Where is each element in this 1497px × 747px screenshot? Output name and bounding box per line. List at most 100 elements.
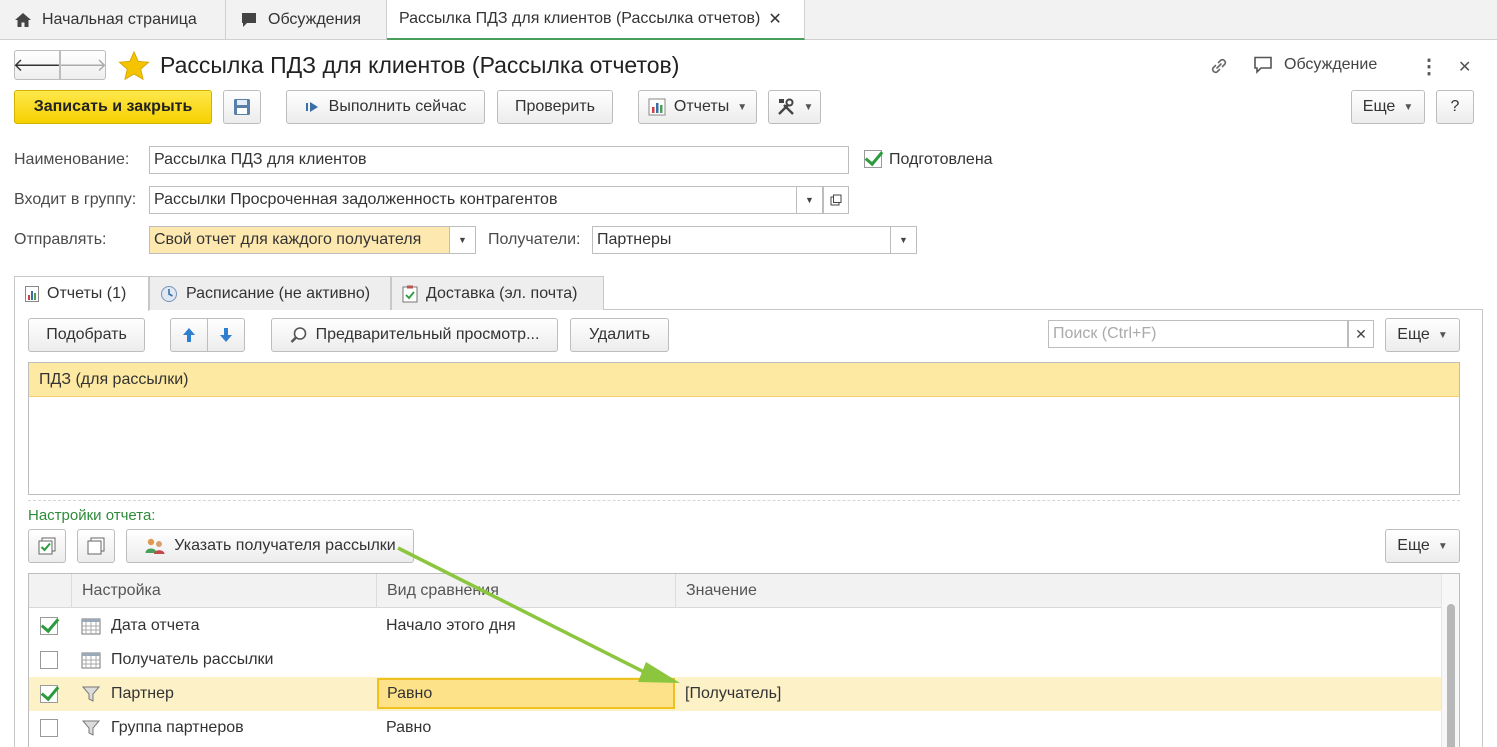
open-window-icon (830, 194, 842, 206)
page-title: Рассылка ПДЗ для клиентов (Рассылка отче… (160, 52, 680, 78)
list-item[interactable]: ПДЗ (для рассылки) (29, 363, 1459, 397)
tab-schedule-label: Расписание (не активно) (186, 284, 371, 302)
preview-button-label: Предварительный просмотр... (315, 326, 540, 343)
table-row[interactable]: Дата отчета Начало этого дня (29, 609, 1442, 643)
tab-discussions[interactable]: Обсуждения (226, 0, 387, 40)
discussion-header-icon (1252, 55, 1274, 75)
check-button[interactable]: Проверить (497, 90, 613, 124)
help-button[interactable]: ? (1436, 90, 1474, 124)
send-mode-dropdown-button[interactable]: ▼ (450, 226, 476, 254)
clock-icon (160, 285, 178, 303)
column-header-setting[interactable]: Настройка (71, 574, 376, 608)
row-checkbox[interactable] (40, 617, 58, 635)
discussion-button-label: Обсуждение (1284, 56, 1378, 73)
forward-button[interactable]: 🡒 (58, 50, 108, 80)
tab-home[interactable]: Начальная страница (0, 0, 226, 40)
row-checkbox[interactable] (40, 651, 58, 669)
vertical-scrollbar[interactable] (1441, 574, 1459, 747)
more-button[interactable]: Еще ▼ (1351, 90, 1425, 124)
close-window-icon[interactable]: ✕ (1458, 57, 1471, 77)
group-label: Входит в группу: (14, 191, 137, 208)
save-and-close-button[interactable]: Записать и закрыть (14, 90, 212, 124)
row-checkbox[interactable] (40, 719, 58, 737)
move-down-button[interactable] (207, 318, 245, 352)
chevron-down-icon: ▼ (1437, 540, 1448, 552)
preview-button[interactable]: Предварительный просмотр... (271, 318, 558, 352)
set-recipient-button[interactable]: Указать получателя рассылки (126, 529, 414, 563)
tab-close-icon[interactable]: ✕ (768, 9, 781, 29)
magnifier-icon (290, 326, 308, 344)
discussion-button[interactable]: Обсуждение (1252, 55, 1377, 75)
column-header-comparison[interactable]: Вид сравнения (376, 574, 675, 608)
clipboard-icon (402, 285, 418, 303)
reports-more-button[interactable]: Еще ▼ (1385, 318, 1460, 352)
recipients-field[interactable]: Партнеры (592, 226, 891, 254)
table-row[interactable]: Группа партнеров Равно (29, 711, 1442, 745)
name-field[interactable]: Рассылка ПДЗ для клиентов (149, 146, 849, 174)
run-now-button[interactable]: Выполнить сейчас (286, 90, 485, 124)
back-button[interactable]: 🡐 (13, 50, 61, 80)
settings-more-label: Еще (1397, 537, 1430, 554)
arrow-up-icon (182, 327, 196, 343)
comparison-value-selected[interactable]: Равно (377, 678, 675, 709)
tab-current-document[interactable]: Рассылка ПДЗ для клиентов (Рассылка отче… (387, 0, 805, 40)
scrollbar-thumb[interactable] (1447, 604, 1455, 747)
home-icon (12, 10, 34, 30)
report-icon (25, 286, 39, 302)
group-open-button[interactable] (823, 186, 849, 214)
delete-button[interactable]: Удалить (570, 318, 669, 352)
save-button[interactable] (223, 90, 261, 124)
chevron-down-icon: ▼ (737, 101, 748, 113)
send-mode-field[interactable]: Свой отчет для каждого получателя (149, 226, 450, 254)
tab-schedule[interactable]: Расписание (не активно) (149, 276, 391, 310)
move-up-button[interactable] (170, 318, 208, 352)
tools-icon (776, 97, 796, 117)
group-dropdown-button[interactable]: ▼ (797, 186, 823, 214)
search-clear-button[interactable]: ✕ (1348, 320, 1374, 348)
tab-delivery-label: Доставка (эл. почта) (426, 284, 578, 302)
favorite-star-icon[interactable] (118, 50, 150, 86)
setting-value[interactable]: [Получатель] (685, 677, 781, 711)
table-row[interactable]: Партнер Равно [Получатель] (29, 677, 1442, 711)
comparison-value[interactable]: Равно (386, 711, 431, 745)
tab-reports[interactable]: Отчеты (1) (14, 276, 149, 311)
floppy-disk-icon (233, 98, 251, 116)
prepared-checkbox[interactable] (864, 150, 882, 168)
recipients-dropdown-button[interactable]: ▼ (891, 226, 917, 254)
set-recipient-label: Указать получателя рассылки (174, 537, 396, 554)
check-all-button[interactable] (28, 529, 66, 563)
setting-name: Партнер (111, 685, 174, 702)
column-header-value[interactable]: Значение (675, 574, 1442, 608)
pick-button[interactable]: Подобрать (28, 318, 145, 352)
forward-arrow-icon: 🡒 (58, 54, 108, 75)
prepared-label: Подготовлена (889, 151, 993, 168)
tab-delivery[interactable]: Доставка (эл. почта) (391, 276, 604, 310)
chevron-down-icon: ▼ (1403, 101, 1414, 113)
table-row[interactable]: Получатель рассылки (29, 643, 1442, 677)
tools-menu-button[interactable]: ▼ (768, 90, 821, 124)
search-input[interactable]: Поиск (Ctrl+F) (1048, 320, 1348, 348)
uncheck-all-icon (87, 537, 105, 555)
filter-field-icon (81, 719, 101, 742)
group-field[interactable]: Рассылки Просроченная задолженность конт… (149, 186, 797, 214)
run-now-label: Выполнить сейчас (328, 98, 467, 115)
setting-name: Получатель рассылки (111, 651, 274, 668)
settings-more-button[interactable]: Еще ▼ (1385, 529, 1460, 563)
reports-list: ПДЗ (для рассылки) (28, 362, 1460, 495)
reports-more-label: Еще (1397, 326, 1430, 343)
users-icon (144, 537, 166, 555)
chevron-down-icon: ▼ (805, 195, 814, 205)
row-checkbox[interactable] (40, 685, 58, 703)
more-menu-icon[interactable]: ⋮ (1419, 54, 1439, 79)
more-button-label: Еще (1362, 98, 1396, 115)
check-all-icon (38, 537, 56, 555)
reports-menu-button[interactable]: Отчеты ▼ (638, 90, 757, 124)
tab-home-label: Начальная страница (42, 11, 197, 28)
chevron-down-icon: ▼ (458, 235, 467, 245)
recipients-label: Получатели: (488, 231, 581, 248)
chevron-down-icon: ▼ (803, 101, 814, 113)
comparison-value[interactable]: Начало этого дня (386, 609, 516, 643)
link-icon[interactable] (1208, 55, 1230, 82)
uncheck-all-button[interactable] (77, 529, 115, 563)
chevron-down-icon: ▼ (899, 235, 908, 245)
